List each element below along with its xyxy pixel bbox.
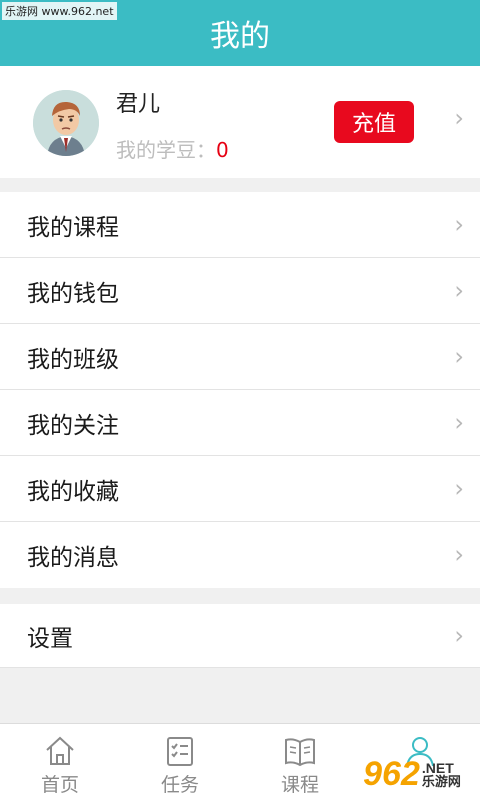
menu-item-label: 我的钱包: [27, 280, 119, 307]
beans-label: 我的学豆：: [116, 138, 216, 162]
tab-label: 首页: [40, 774, 79, 796]
tab-label: 任务: [160, 774, 199, 796]
section-divider: [0, 588, 480, 604]
chevron-right-icon: ›: [454, 540, 464, 569]
bottom-tab-bar: 首页 任务 课程 962 .NET 乐游网: [0, 723, 480, 801]
watermark: 乐游网 www.962.net: [2, 2, 117, 20]
chevron-right-icon: ›: [454, 473, 464, 502]
profile-card[interactable]: 君儿 我的学豆：0 充值 ›: [0, 66, 480, 178]
menu-item-my-follows[interactable]: 我的关注 ›: [0, 390, 480, 456]
site-badge-name: 乐游网: [421, 773, 461, 789]
chevron-right-icon: ›: [454, 407, 464, 436]
menu-list: 我的课程 › 我的钱包 › 我的班级 › 我的关注 › 我的收藏 › 我的消息 …: [0, 192, 480, 588]
recharge-button[interactable]: 充值: [334, 101, 414, 143]
tab-home[interactable]: 首页: [0, 724, 120, 801]
tab-label: 课程: [280, 774, 319, 796]
site-badge-number: 962: [363, 754, 420, 793]
page-title: 我的: [210, 19, 270, 54]
tab-tasks[interactable]: 任务: [120, 724, 240, 801]
profile-name: 君儿: [116, 92, 161, 117]
chevron-right-icon: ›: [454, 341, 464, 370]
menu-item-my-wallet[interactable]: 我的钱包 ›: [0, 258, 480, 324]
menu-item-label: 设置: [27, 625, 73, 652]
menu-item-label: 我的消息: [27, 545, 119, 571]
section-divider: [0, 178, 480, 192]
chevron-right-icon: ›: [454, 620, 464, 649]
book-icon: [285, 738, 315, 767]
menu-item-my-favorites[interactable]: 我的收藏 ›: [0, 456, 480, 522]
menu-item-my-courses[interactable]: 我的课程 ›: [0, 192, 480, 258]
beans-balance: 我的学豆：0: [116, 134, 229, 163]
avatar-illustration: [33, 90, 99, 156]
menu-item-label: 我的关注: [27, 412, 119, 439]
menu-item-settings[interactable]: 设置 ›: [0, 604, 480, 668]
site-badge-suffix: .NET: [421, 759, 454, 776]
avatar[interactable]: [33, 90, 99, 156]
menu-item-label: 我的班级: [27, 346, 119, 373]
chevron-right-icon: ›: [454, 275, 464, 304]
menu-item-my-class[interactable]: 我的班级 ›: [0, 324, 480, 390]
menu-item-label: 我的课程: [27, 214, 119, 241]
chevron-right-icon[interactable]: ›: [454, 104, 464, 132]
home-icon: [46, 736, 74, 765]
menu-item-my-messages[interactable]: 我的消息 ›: [0, 522, 480, 588]
chevron-right-icon: ›: [454, 209, 464, 238]
tab-courses[interactable]: 课程: [240, 724, 360, 801]
menu-item-label: 我的收藏: [27, 478, 119, 505]
site-watermark-badge: 962 .NET 乐游网: [348, 753, 476, 795]
beans-value: 0: [216, 138, 229, 162]
task-icon: [167, 737, 193, 766]
site-badge-text-group: .NET 乐游网: [420, 761, 461, 788]
